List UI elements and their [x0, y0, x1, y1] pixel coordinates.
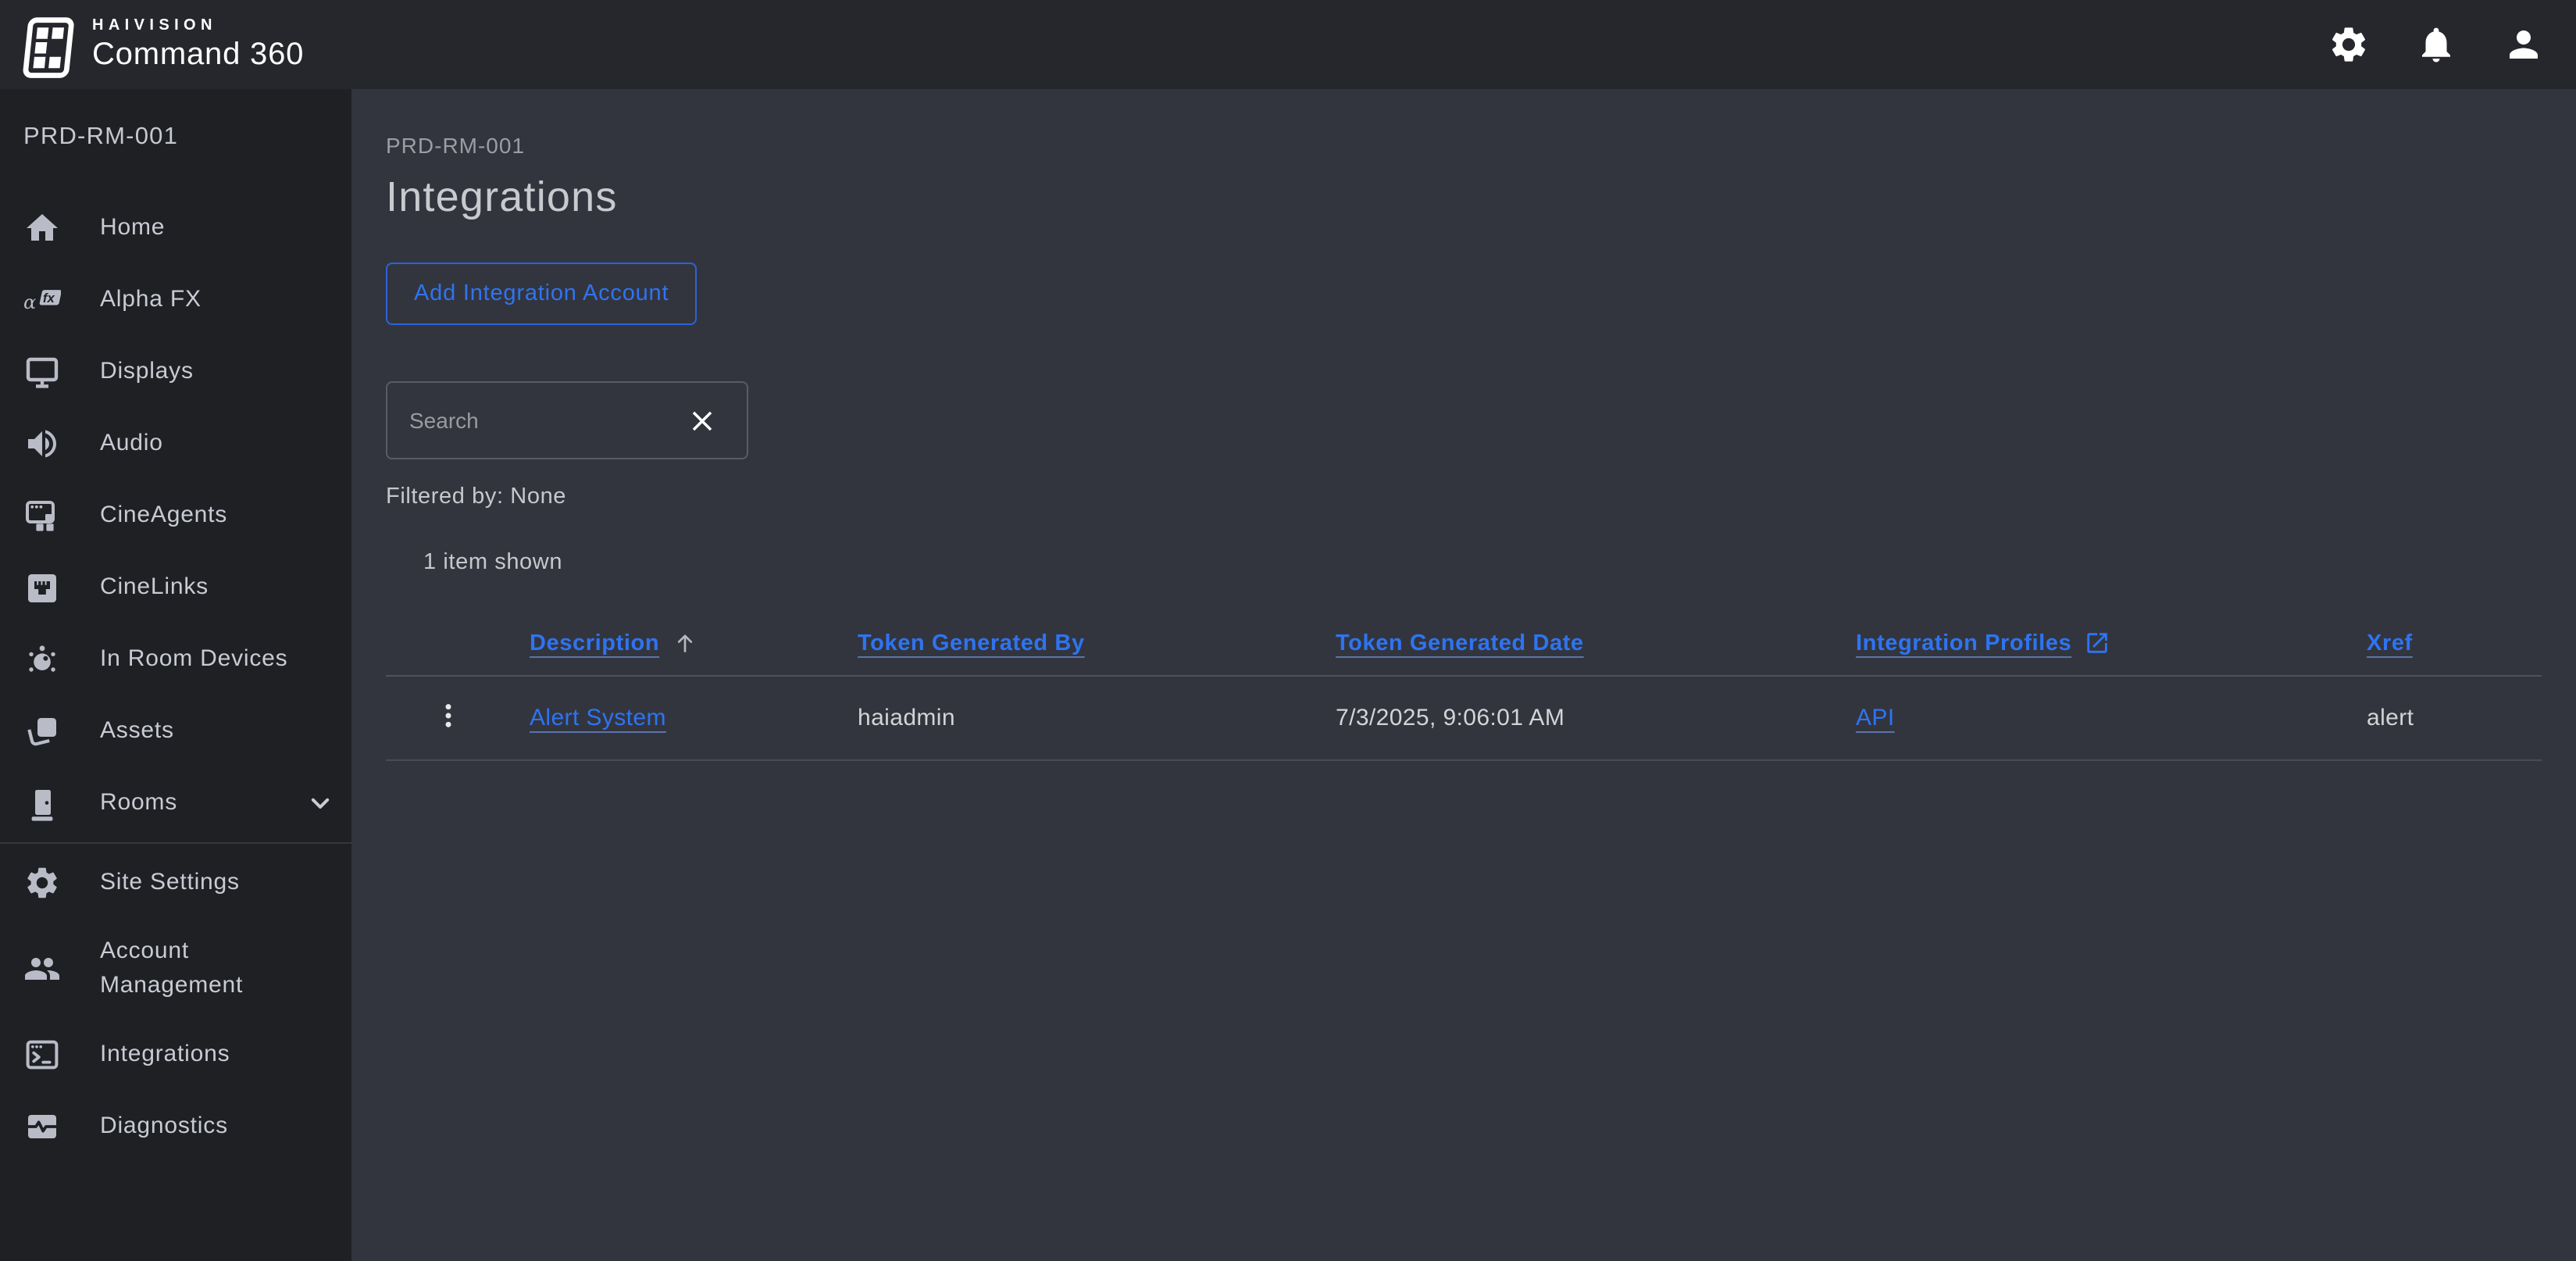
sidebar-item-audio[interactable]: Audio [0, 408, 351, 480]
home-icon [23, 209, 61, 247]
app-window: HAIVISION Command 360 PRD-RM-001 Home α … [0, 0, 2576, 1261]
brand-logo: HAIVISION Command 360 [17, 9, 304, 80]
gear-icon [23, 864, 61, 902]
search-box [386, 381, 748, 459]
alpha-fx-icon: α fx [23, 281, 62, 319]
sidebar-item-cinelinks[interactable]: CineLinks [0, 552, 351, 623]
sidebar-item-home[interactable]: Home [0, 192, 351, 264]
table-row: Alert System haiadmin 7/3/2025, 9:06:01 … [386, 675, 2542, 761]
sidebar-item-rooms[interactable]: Rooms [0, 767, 351, 839]
product-name: Command 360 [92, 38, 305, 72]
sidebar-item-diagnostics[interactable]: Diagnostics [0, 1091, 351, 1163]
terminal-window-icon [23, 1036, 61, 1073]
svg-text:fx: fx [43, 291, 55, 305]
haivision-logo-icon [17, 9, 80, 80]
add-integration-account-button[interactable]: Add Integration Account [386, 263, 698, 325]
sidebar-site-label: PRD-RM-001 [23, 123, 179, 150]
assets-stack-icon [23, 713, 61, 750]
cineagents-screen-share-icon [23, 497, 61, 534]
clear-search-icon[interactable] [686, 405, 719, 438]
display-monitor-icon [23, 353, 61, 391]
header-cell-integration-profiles[interactable]: Integration Profiles [1856, 630, 2367, 656]
header-cell-token-generated-date[interactable]: Token Generated Date [1336, 631, 1856, 656]
speaker-audio-icon [23, 425, 61, 463]
sidebar-item-assets[interactable]: Assets [0, 695, 351, 767]
header-cell-description[interactable]: Description [530, 630, 858, 656]
rooms-door-icon [23, 784, 61, 822]
sidebar-item-in-room-devices[interactable]: In Room Devices [0, 623, 351, 695]
main-content: PRD-RM-001 Integrations Add Integration … [351, 89, 2576, 1261]
notifications-bell-icon[interactable] [2415, 23, 2457, 66]
page-title: Integrations [386, 173, 618, 220]
row-token-generated-date: 7/3/2025, 9:06:01 AM [1336, 705, 1565, 731]
cinelinks-ethernet-icon [23, 569, 61, 606]
in-room-devices-icon [23, 641, 61, 678]
open-in-new-icon [2084, 630, 2110, 656]
integrations-table: Description Token Generated By Token Gen… [386, 594, 2542, 761]
row-integration-profiles-link[interactable]: API [1856, 705, 1895, 731]
settings-icon[interactable] [2328, 23, 2370, 66]
sidebar-divider [0, 842, 351, 844]
sidebar-item-site-settings[interactable]: Site Settings [0, 847, 351, 919]
sidebar: PRD-RM-001 Home α fx Alpha FX Displays A… [0, 89, 351, 1261]
diagnostics-pulse-icon [23, 1108, 61, 1145]
top-bar: HAIVISION Command 360 [0, 0, 2576, 89]
items-shown-count: 1 item shown [423, 550, 563, 575]
table-header-row: Description Token Generated By Token Gen… [386, 594, 2542, 675]
row-xref: alert [2367, 705, 2414, 731]
people-icon [23, 950, 61, 988]
row-actions-kebab-icon[interactable] [433, 698, 464, 732]
filter-status: Filtered by: None [386, 484, 567, 509]
sidebar-item-account-management[interactable]: Account Management [0, 919, 351, 1019]
row-description-link[interactable]: Alert System [530, 705, 666, 731]
sidebar-item-alpha-fx[interactable]: α fx Alpha FX [0, 264, 351, 336]
row-token-generated-by: haiadmin [858, 705, 955, 731]
user-account-icon[interactable] [2503, 23, 2545, 66]
header-cell-token-generated-by[interactable]: Token Generated By [858, 631, 1336, 656]
sidebar-item-displays[interactable]: Displays [0, 336, 351, 408]
breadcrumb: PRD-RM-001 [386, 133, 526, 158]
chevron-down-icon [305, 788, 336, 819]
svg-text:α: α [23, 291, 36, 313]
sidebar-item-cineagents[interactable]: CineAgents [0, 480, 351, 552]
header-cell-xref[interactable]: Xref [2367, 631, 2542, 656]
sort-ascending-arrow-icon [672, 630, 698, 656]
sidebar-item-integrations[interactable]: Integrations [0, 1019, 351, 1091]
brand-name: HAIVISION [92, 17, 217, 34]
